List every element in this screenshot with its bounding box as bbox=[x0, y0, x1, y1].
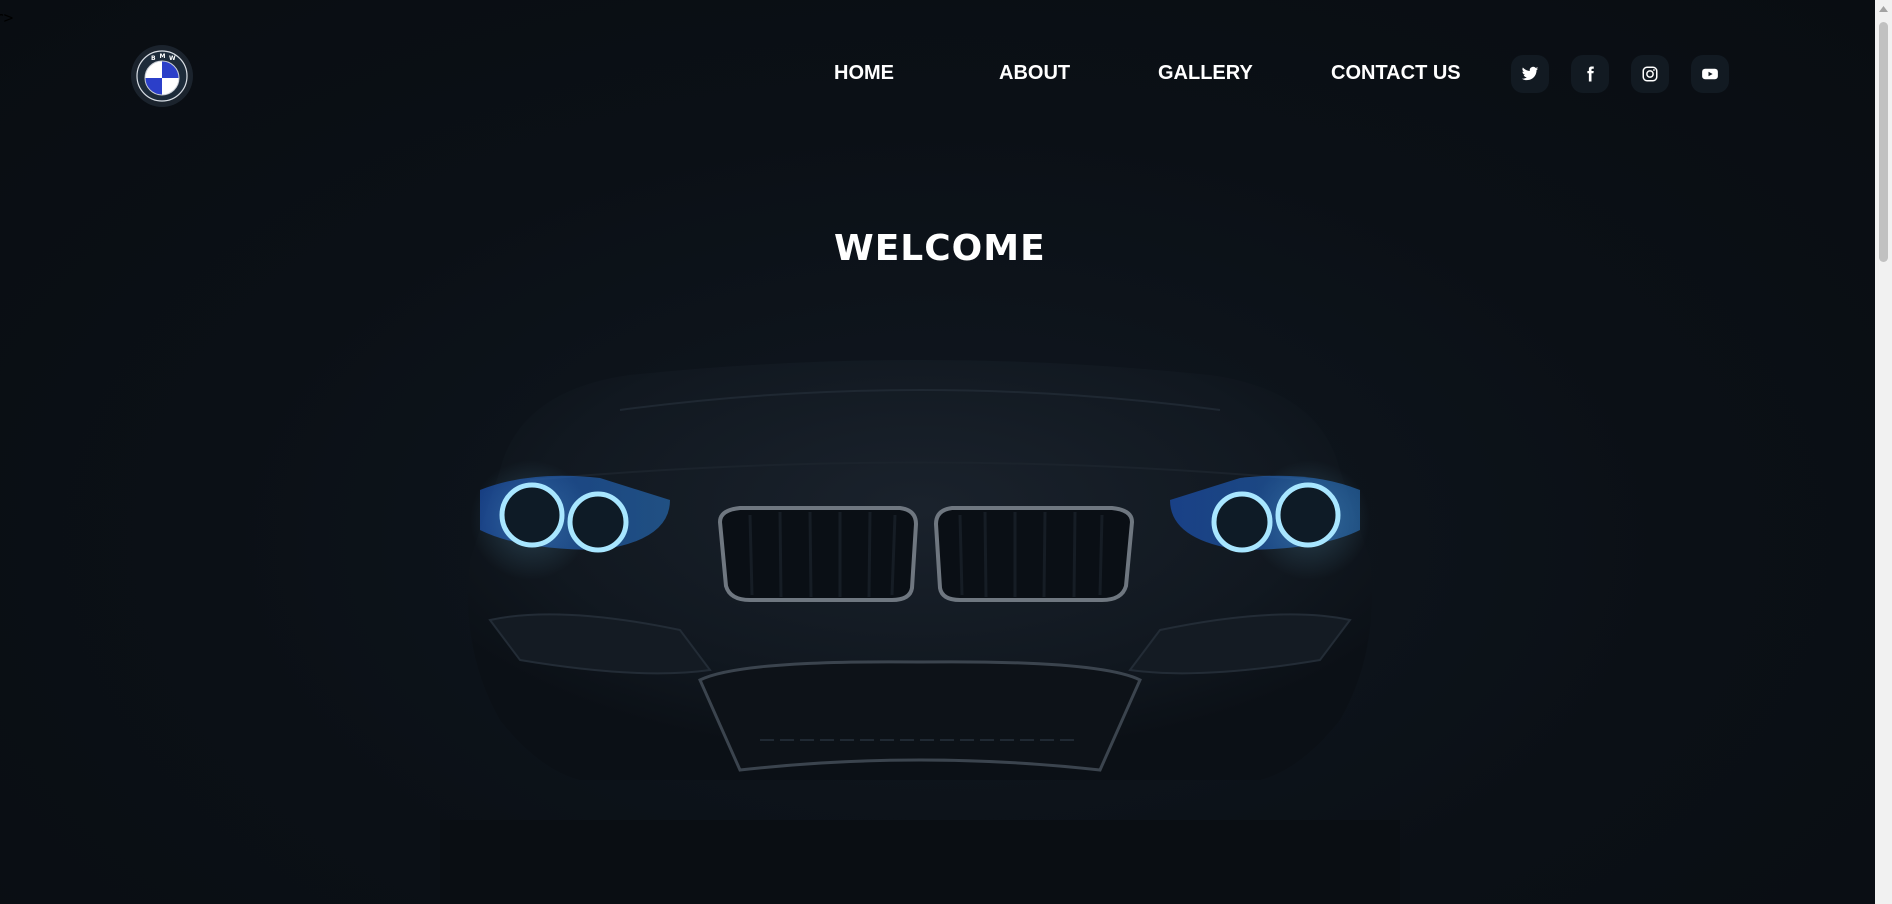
nav-contact-link[interactable]: CONTACT US bbox=[1331, 62, 1461, 85]
youtube-icon bbox=[1702, 68, 1718, 80]
svg-text:B: B bbox=[151, 55, 156, 62]
page: r> B M W HOME ABOUT GALLERY CONTACT US bbox=[0, 0, 1892, 904]
instagram-button[interactable] bbox=[1631, 55, 1669, 93]
facebook-button[interactable] bbox=[1571, 55, 1609, 93]
instagram-icon bbox=[1642, 66, 1658, 82]
bmw-logo-icon: B M W bbox=[136, 50, 188, 102]
nav-about-link[interactable]: ABOUT bbox=[999, 62, 1070, 85]
svg-text:W: W bbox=[169, 55, 176, 62]
vertical-scrollbar[interactable] bbox=[1875, 0, 1892, 904]
hero-title: WELCOME bbox=[834, 228, 1046, 269]
brand-logo[interactable]: B M W bbox=[131, 45, 193, 107]
stray-text: r> bbox=[0, 8, 14, 27]
scroll-up-button[interactable] bbox=[1875, 0, 1892, 17]
facebook-icon bbox=[1587, 66, 1594, 82]
twitter-button[interactable] bbox=[1511, 55, 1549, 93]
nav-home-link[interactable]: HOME bbox=[834, 62, 894, 85]
svg-text:M: M bbox=[160, 53, 166, 60]
scroll-thumb[interactable] bbox=[1879, 22, 1888, 262]
twitter-icon bbox=[1521, 66, 1539, 81]
nav-gallery-link[interactable]: GALLERY bbox=[1158, 62, 1253, 85]
youtube-button[interactable] bbox=[1691, 55, 1729, 93]
car-front-icon bbox=[440, 360, 1400, 904]
triangle-up-icon bbox=[1879, 5, 1888, 12]
